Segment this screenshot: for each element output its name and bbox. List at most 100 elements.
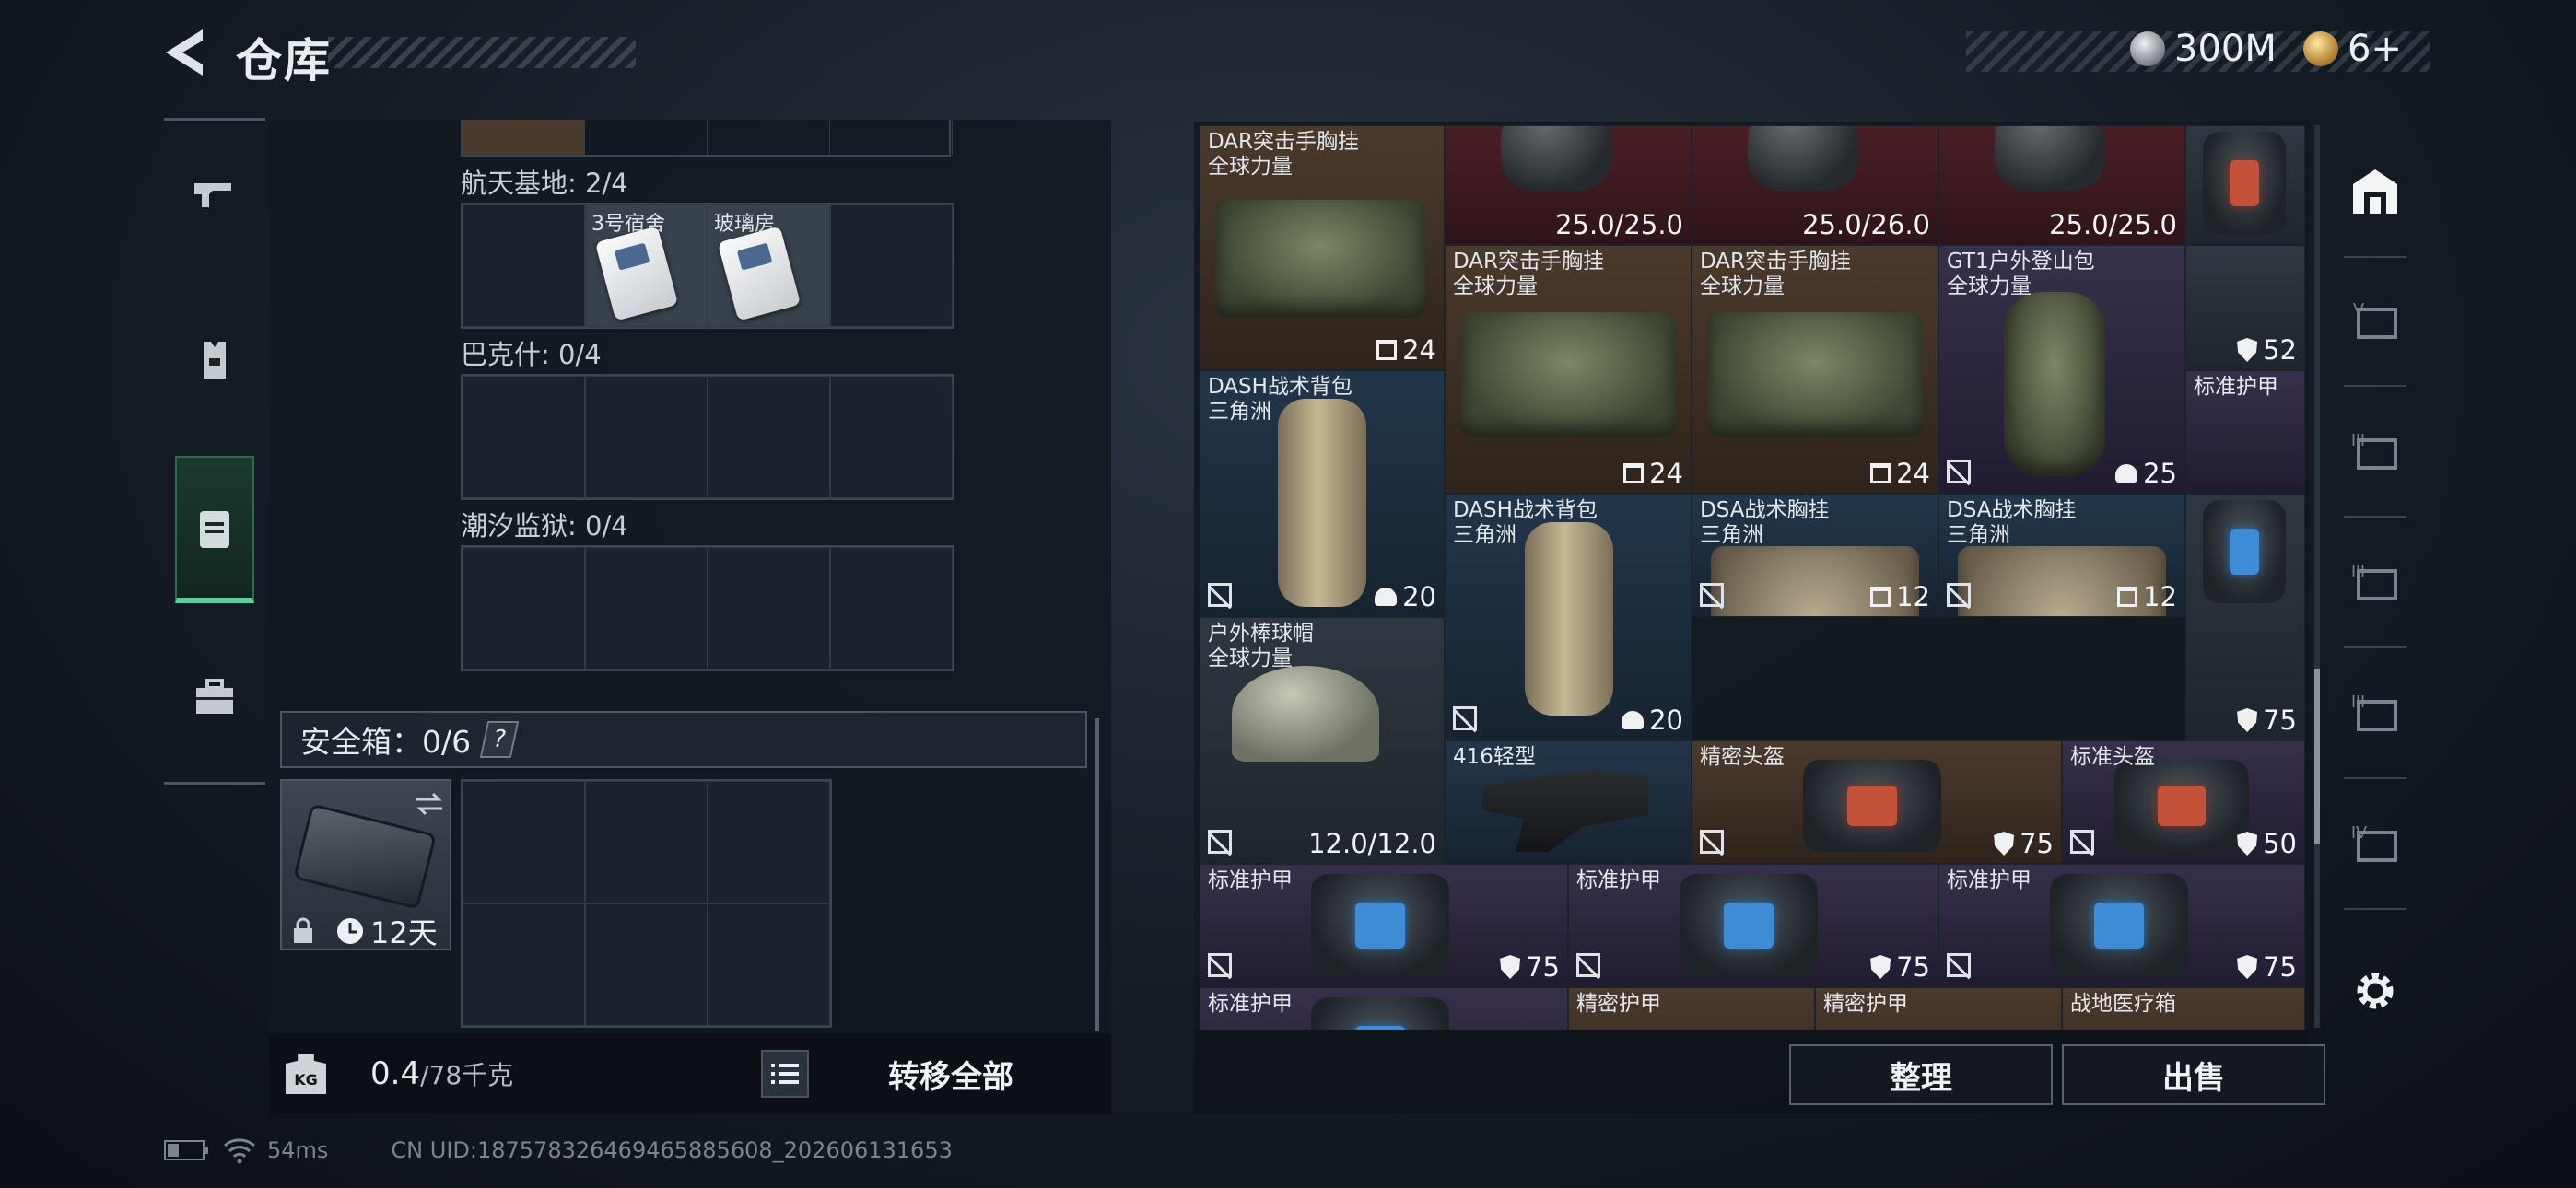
slot-empty[interactable] bbox=[585, 547, 708, 670]
backpack-image bbox=[2004, 292, 2105, 476]
stash-item[interactable]: 25.0/25.0 bbox=[1445, 125, 1692, 245]
list-view-button[interactable] bbox=[761, 1050, 809, 1098]
stash-item[interactable]: 标准护甲 75 bbox=[1200, 864, 1568, 987]
stash-tab-iii-b[interactable]: III bbox=[2344, 551, 2406, 613]
item-value: 50 bbox=[2237, 828, 2297, 859]
durability-icon bbox=[1623, 463, 1645, 483]
gold-currency[interactable]: 6+ bbox=[2303, 28, 2402, 70]
tab-weapons[interactable] bbox=[175, 121, 254, 268]
durability-icon bbox=[2117, 587, 2138, 607]
slot-empty[interactable] bbox=[830, 204, 953, 327]
stash-scroll-track bbox=[2314, 125, 2320, 1028]
slot-empty[interactable] bbox=[463, 376, 585, 498]
safebox-item[interactable]: 12天 bbox=[280, 779, 451, 950]
stash-item[interactable]: 标准头盔 50 bbox=[2062, 740, 2305, 864]
stash-item[interactable]: 战地医疗箱 bbox=[2062, 987, 2305, 1030]
kg-weight-icon: KG bbox=[286, 1054, 326, 1094]
stash-item[interactable]: 精密头盔 75 bbox=[1692, 740, 2062, 864]
stash-item[interactable]: 75 bbox=[2185, 494, 2305, 740]
left-scrollbar[interactable] bbox=[1095, 718, 1099, 1031]
container-grid-tidal-prison bbox=[461, 545, 954, 671]
stash-tier-iii-icon: III bbox=[2351, 431, 2397, 470]
stash-scrollbar[interactable] bbox=[2314, 669, 2320, 844]
wifi-icon bbox=[224, 1138, 255, 1164]
stash-item[interactable]: DAR突击手胸挂 全球力量 24 bbox=[1692, 245, 1938, 494]
duffel-bag-image bbox=[1215, 200, 1425, 318]
slot-empty[interactable] bbox=[830, 376, 953, 498]
stash-tab-iv[interactable]: IV bbox=[2344, 812, 2406, 875]
stash-item[interactable]: 精密护甲 bbox=[1815, 987, 2062, 1030]
slot-empty[interactable] bbox=[708, 781, 830, 903]
slot-empty[interactable] bbox=[463, 204, 585, 327]
unmarked-icon bbox=[1208, 583, 1232, 607]
unmarked-icon bbox=[1700, 583, 1724, 607]
item-name: 户外棒球帽 全球力量 bbox=[1208, 622, 1314, 670]
stash-main-tab[interactable] bbox=[2344, 160, 2406, 223]
helmet-image bbox=[1501, 126, 1611, 191]
stash-item[interactable]: 精密护甲 bbox=[1568, 987, 1815, 1030]
tab-medkit[interactable] bbox=[175, 623, 254, 771]
slot-empty[interactable] bbox=[585, 903, 708, 1026]
stash-tab-v[interactable]: V bbox=[2344, 289, 2406, 352]
stash-item[interactable]: 标准护甲 bbox=[2185, 370, 2305, 494]
slot-empty[interactable] bbox=[463, 781, 585, 903]
transfer-all-button[interactable]: 转移全部 bbox=[840, 1048, 1061, 1100]
item-value: 25.0/25.0 bbox=[2049, 209, 2177, 240]
slot-empty[interactable] bbox=[830, 547, 953, 670]
slot-empty[interactable] bbox=[585, 376, 708, 498]
stash-item[interactable] bbox=[2185, 125, 2305, 245]
stash-item[interactable]: GT1户外登山包 全球力量 25 bbox=[1938, 245, 2185, 494]
header-stripe bbox=[328, 37, 636, 68]
stash-item[interactable]: DASH战术背包 三角洲 20 bbox=[1200, 370, 1445, 617]
silver-currency[interactable]: 300M bbox=[2130, 28, 2277, 70]
stash-item[interactable]: DASH战术背包 三角洲 20 bbox=[1445, 494, 1692, 740]
item-name: DSA战术胸挂 三角洲 bbox=[1947, 498, 2077, 547]
item-value: 25 bbox=[2115, 458, 2177, 489]
svg-text:IV: IV bbox=[2351, 823, 2367, 842]
stash-tab-iii-c[interactable]: III bbox=[2344, 681, 2406, 744]
weight-current: 0.4 bbox=[370, 1055, 421, 1092]
sell-button[interactable]: 出售 bbox=[2062, 1044, 2325, 1105]
stash-item[interactable]: 416轻型 bbox=[1445, 740, 1692, 864]
unmarked-icon bbox=[2070, 830, 2094, 854]
armor-image bbox=[2050, 874, 2188, 977]
stash-item[interactable]: 户外棒球帽 全球力量 12.0/12.0 bbox=[1200, 617, 1445, 864]
status-bar: 54ms CN UID:1875783264694658856​08_20260… bbox=[164, 1136, 953, 1164]
slot-empty[interactable] bbox=[463, 903, 585, 1026]
slot-empty[interactable] bbox=[708, 903, 830, 1026]
stash-item[interactable]: DAR突击手胸挂 全球力量 24 bbox=[1200, 125, 1445, 370]
stash-item[interactable]: 52 bbox=[2185, 245, 2305, 370]
item-name: 精密护甲 bbox=[1823, 992, 1908, 1016]
unmarked-icon bbox=[1947, 953, 1971, 977]
list-icon bbox=[771, 1064, 799, 1084]
settings-button[interactable] bbox=[2344, 960, 2406, 1022]
slot-empty[interactable] bbox=[708, 376, 830, 498]
clock-icon bbox=[337, 918, 363, 944]
backpack-icon bbox=[200, 511, 229, 548]
keycard-slot[interactable]: 3号宿舍 bbox=[585, 204, 708, 327]
slot-empty[interactable] bbox=[463, 547, 585, 670]
stash-item[interactable]: 25.0/25.0 bbox=[1938, 125, 2185, 245]
slot-empty[interactable] bbox=[585, 781, 708, 903]
tab-containers[interactable] bbox=[175, 456, 254, 603]
keycard-slot[interactable]: 玻璃房 bbox=[708, 204, 830, 327]
back-icon[interactable] bbox=[162, 26, 214, 79]
organize-button[interactable]: 整理 bbox=[1789, 1044, 2053, 1105]
svg-text:III: III bbox=[2351, 431, 2365, 449]
durability-icon bbox=[1376, 340, 1398, 360]
stash-item[interactable]: 标准护甲 75 bbox=[1938, 864, 2305, 987]
shield-icon bbox=[2237, 338, 2258, 362]
unmarked-icon bbox=[1700, 830, 1724, 854]
stash-tab-iii-a[interactable]: III bbox=[2344, 420, 2406, 483]
pistol-icon bbox=[194, 183, 231, 207]
weight-max: /78千克 bbox=[420, 1060, 514, 1090]
stash-item[interactable]: DSA战术胸挂 三角洲 12 bbox=[1938, 494, 2185, 617]
help-button[interactable]: ? bbox=[479, 721, 520, 758]
tab-gear[interactable] bbox=[175, 286, 254, 434]
stash-item[interactable]: DSA战术胸挂 三角洲 12 bbox=[1692, 494, 1938, 617]
stash-item[interactable]: 标准护甲 bbox=[1200, 987, 1568, 1030]
stash-item[interactable]: 标准护甲 75 bbox=[1568, 864, 1938, 987]
stash-item[interactable]: DAR突击手胸挂 全球力量 24 bbox=[1445, 245, 1692, 494]
stash-item[interactable]: 25.0/26.0 bbox=[1692, 125, 1938, 245]
slot-empty[interactable] bbox=[708, 547, 830, 670]
